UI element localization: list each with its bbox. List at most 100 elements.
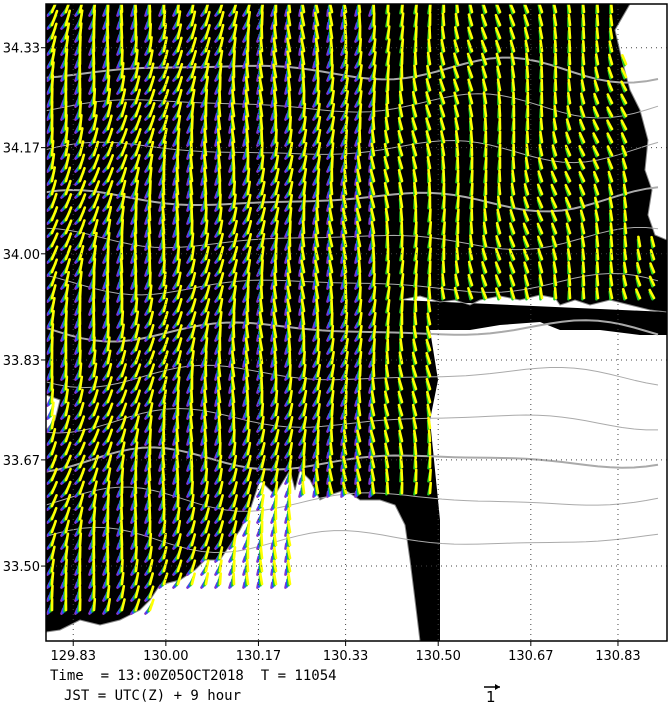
vector-arrow	[441, 273, 446, 287]
vector-arrow	[272, 337, 278, 352]
vector-arrow	[286, 520, 292, 534]
vector-arrow	[469, 130, 474, 144]
vector-arrow	[428, 221, 433, 235]
vector-arrow	[203, 180, 208, 196]
vector-arrow	[258, 350, 264, 365]
vector-arrow	[274, 233, 279, 248]
vector-arrow	[386, 298, 391, 313]
vector-arrow	[92, 336, 96, 352]
vector-arrow	[566, 92, 572, 105]
vector-arrow	[204, 75, 209, 92]
vector-arrow	[92, 257, 97, 274]
vector-arrow	[176, 4, 180, 14]
vector-arrow	[148, 454, 152, 469]
vector-arrow	[344, 90, 350, 105]
vector-arrow	[343, 155, 348, 170]
vector-arrow	[286, 259, 292, 274]
vector-arrow	[245, 311, 250, 326]
vector-arrow	[106, 270, 110, 287]
vector-arrow	[246, 167, 251, 183]
vector-arrow	[581, 52, 586, 66]
vector-arrow	[524, 156, 530, 170]
vector-arrow	[218, 454, 223, 469]
vector-arrow	[358, 37, 363, 53]
vector-arrow	[64, 375, 69, 391]
vector-arrow	[441, 260, 446, 274]
vector-arrow	[106, 532, 110, 547]
vector-arrow	[176, 127, 181, 144]
vector-arrow	[288, 454, 293, 469]
vector-arrow	[50, 309, 55, 326]
vector-arrow	[580, 235, 586, 248]
vector-arrow	[428, 481, 433, 495]
vector-arrow	[385, 468, 390, 482]
vector-arrow	[609, 222, 614, 235]
vector-arrow	[315, 207, 320, 222]
vector-arrow	[623, 235, 628, 248]
vector-arrow	[442, 208, 446, 222]
vector-arrow	[511, 169, 516, 183]
vector-arrow	[315, 311, 320, 326]
vector-arrow	[357, 4, 362, 14]
vector-arrow	[287, 76, 292, 92]
vector-arrow	[357, 11, 362, 27]
vector-arrow	[162, 140, 167, 157]
vector-arrow	[245, 63, 250, 79]
vector-arrow	[400, 25, 405, 40]
vector-arrow	[510, 65, 516, 79]
vector-arrow	[357, 403, 362, 417]
vector-arrow	[525, 143, 530, 157]
vector-arrow	[357, 259, 362, 274]
vector-arrow	[273, 102, 278, 118]
vector-arrow	[260, 376, 264, 391]
vector-arrow	[413, 194, 418, 209]
vector-arrow	[483, 104, 488, 118]
vector-arrow	[399, 325, 404, 339]
vector-arrow	[245, 376, 250, 391]
vector-arrow	[330, 103, 336, 118]
vector-arrow	[231, 350, 236, 365]
vector-arrow	[287, 337, 292, 352]
vector-arrow	[273, 272, 278, 287]
vector-arrow	[371, 481, 376, 495]
vector-arrow	[133, 232, 138, 248]
vector-arrow	[315, 50, 320, 66]
vector-arrow	[540, 104, 544, 118]
vector-arrow	[385, 351, 390, 365]
vector-arrow	[175, 206, 180, 222]
vector-arrow	[386, 233, 390, 248]
vector-arrow	[582, 274, 586, 287]
vector-arrow	[232, 49, 236, 66]
vector-arrow	[567, 13, 572, 27]
vector-arrow	[148, 36, 153, 53]
vector-arrow	[330, 324, 335, 339]
vector-arrow	[272, 546, 278, 560]
vector-arrow	[134, 441, 139, 456]
vector-arrow	[623, 209, 628, 222]
vector-arrow	[204, 219, 209, 235]
vector-arrow	[106, 88, 112, 105]
vector-arrow	[92, 506, 97, 521]
vector-arrow	[302, 194, 307, 209]
vector-arrow	[302, 181, 307, 196]
vector-arrow	[469, 234, 474, 248]
vector-arrow	[301, 76, 306, 92]
vector-arrow	[148, 205, 152, 222]
vector-arrow	[246, 533, 250, 547]
vector-arrow	[330, 298, 334, 313]
vector-arrow	[595, 222, 600, 235]
vector-arrow	[372, 77, 377, 92]
vector-arrow	[134, 179, 140, 196]
vector-arrow	[204, 441, 208, 456]
vector-arrow	[147, 219, 152, 235]
vector-arrow	[328, 194, 334, 209]
vector-arrow	[176, 389, 180, 404]
vector-arrow	[301, 220, 306, 235]
vector-arrow	[539, 39, 544, 53]
vector-arrow	[455, 4, 460, 14]
vector-arrow	[330, 142, 335, 157]
vector-arrow	[469, 221, 474, 235]
vector-arrow	[566, 248, 572, 261]
vector-arrow	[330, 337, 335, 352]
vector-arrow	[302, 102, 307, 118]
